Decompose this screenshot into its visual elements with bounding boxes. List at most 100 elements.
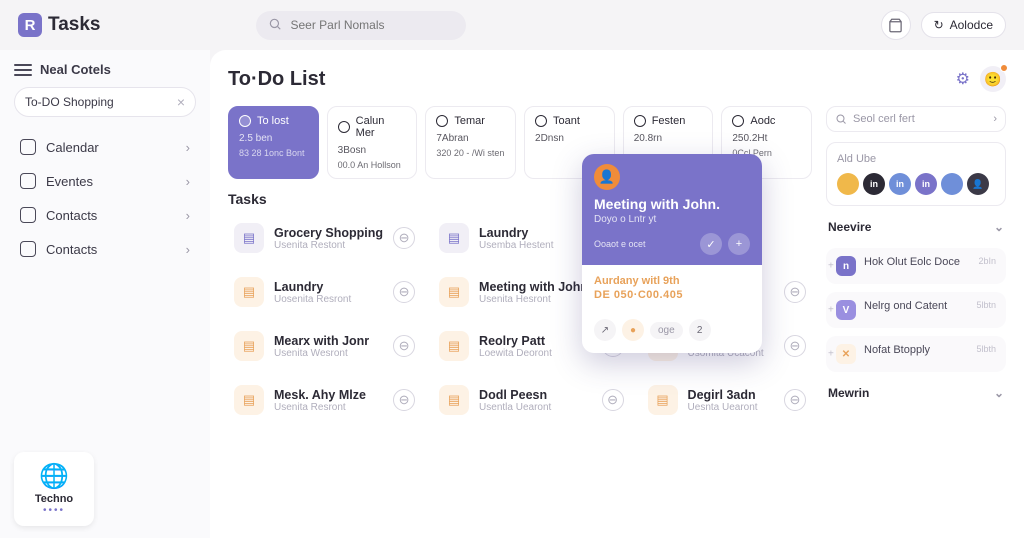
task-name: Reolry Patt bbox=[479, 334, 592, 348]
task-item[interactable]: ▤Grocery ShoppingUsenita Restont⊖ bbox=[228, 215, 421, 261]
task-action-icon[interactable]: ⊖ bbox=[393, 389, 415, 411]
right-search-text: Seol cerl fert bbox=[853, 113, 915, 125]
top-action-button[interactable]: ↻ Aolodce bbox=[921, 12, 1006, 38]
task-action-icon[interactable]: ⊖ bbox=[784, 335, 806, 357]
add-label: Ald Ube bbox=[837, 153, 995, 165]
task-action-icon[interactable]: ⊖ bbox=[602, 389, 624, 411]
sidebar: Neal Cotels To-DO Shopping × Calendar › Ev… bbox=[0, 50, 210, 538]
nav-item[interactable]: Calendar › bbox=[14, 131, 196, 163]
refresh-icon: ↻ bbox=[934, 18, 944, 32]
nav-item[interactable]: Eventes› bbox=[14, 165, 196, 197]
global-search[interactable] bbox=[256, 11, 466, 40]
dot-icon[interactable]: ● bbox=[622, 319, 644, 341]
day-sub: 2.5 ben bbox=[239, 133, 308, 144]
task-action-icon[interactable]: ⊖ bbox=[393, 335, 415, 357]
task-sub: Usenita Resront bbox=[274, 402, 383, 413]
task-name: Degirl 3adn bbox=[688, 388, 774, 402]
menu-icon[interactable] bbox=[14, 64, 32, 76]
chevron-right-icon: › bbox=[186, 208, 190, 223]
day-label: To lost bbox=[257, 115, 289, 127]
global-search-input[interactable] bbox=[290, 18, 454, 32]
task-action-icon[interactable]: ⊖ bbox=[393, 281, 415, 303]
sidebar-user: Neal Cotels bbox=[40, 62, 111, 77]
day-sub: 20.8rn bbox=[634, 133, 703, 144]
day-label: Calun Mer bbox=[356, 115, 407, 139]
avatar[interactable]: 👤 bbox=[967, 173, 989, 195]
task-item[interactable]: ▤Dodl PeesnUsentla Uearont⊖ bbox=[433, 377, 630, 423]
nav-label: Calendar bbox=[46, 140, 99, 155]
task-sub: Usenita Wesront bbox=[274, 348, 383, 359]
globe-icon: 🌐 bbox=[24, 462, 84, 491]
circle-icon bbox=[732, 115, 744, 127]
search-icon bbox=[268, 17, 282, 34]
popup-action-label: Ooaot e ocet bbox=[594, 239, 694, 249]
task-icon: ▤ bbox=[648, 385, 678, 415]
task-item[interactable]: ▤Mesk. Ahy MlzeUsenita Resront⊖ bbox=[228, 377, 421, 423]
task-action-icon[interactable]: ⊖ bbox=[393, 227, 415, 249]
task-sub: Usenita Hesront bbox=[479, 294, 592, 305]
techno-card[interactable]: 🌐 Techno •••• bbox=[14, 452, 94, 526]
day-label: Temar bbox=[454, 115, 485, 127]
section-neevire[interactable]: Neevire ⌄ bbox=[826, 216, 1006, 238]
section-mewrin[interactable]: Mewrin ⌄ bbox=[826, 382, 1006, 404]
day-detail: 00.0 An Hollson bbox=[338, 160, 407, 170]
popup-foot-label[interactable]: oge bbox=[650, 322, 683, 339]
avatar[interactable] bbox=[941, 173, 963, 195]
task-icon: ▤ bbox=[234, 277, 264, 307]
task-action-icon[interactable]: ⊖ bbox=[784, 389, 806, 411]
square-icon bbox=[20, 241, 36, 257]
day-card[interactable]: To lost 2.5 ben 83 28 1onc Bont bbox=[228, 106, 319, 179]
right-search[interactable]: Seol cerl fert › bbox=[826, 106, 1006, 132]
day-card[interactable]: Calun Mer3Bosn00.0 An Hollson bbox=[327, 106, 418, 179]
task-item[interactable]: ▤ Degirl 3adnUesnta Uearont ⊖ bbox=[642, 377, 812, 423]
add-members-card: Ald Ube ininin👤 bbox=[826, 142, 1006, 206]
day-detail: 83 28 1onc Bont bbox=[239, 148, 308, 158]
news-item[interactable]: +✕Nofat Btopply5lbth bbox=[826, 336, 1006, 372]
check-icon[interactable]: ✓ bbox=[700, 233, 722, 255]
popup-body-line2: DE 050·C00.405 bbox=[594, 289, 750, 301]
popup-body-line1: Aurdany witl 9th bbox=[594, 275, 750, 287]
day-sub: 250.2Ht bbox=[732, 133, 801, 144]
task-icon: ▤ bbox=[439, 277, 469, 307]
avatar[interactable]: in bbox=[889, 173, 911, 195]
techno-label: Techno bbox=[24, 493, 84, 505]
task-icon: ▤ bbox=[439, 385, 469, 415]
chevron-right-icon: › bbox=[186, 140, 190, 155]
avatar[interactable] bbox=[837, 173, 859, 195]
cart-icon[interactable] bbox=[881, 10, 911, 40]
news-item[interactable]: +VNelrg ond Catent5lbtn bbox=[826, 292, 1006, 328]
topbar: R Tasks ↻ Aolodce bbox=[0, 0, 1024, 50]
gear-icon[interactable]: ⚙ bbox=[956, 69, 970, 89]
avatar[interactable]: in bbox=[915, 173, 937, 195]
task-sub: Uesnta Uearont bbox=[688, 402, 774, 413]
avatar[interactable]: in bbox=[863, 173, 885, 195]
top-action-label: Aolodce bbox=[950, 18, 993, 32]
user-avatar[interactable]: 🙂 bbox=[980, 66, 1006, 92]
brand-name: Tasks bbox=[48, 14, 100, 36]
nav-label: Contacts bbox=[46, 208, 97, 223]
day-sub: 2Dnsn bbox=[535, 133, 604, 144]
day-card[interactable]: Temar7Abran320 20 - /Wi sten bbox=[425, 106, 516, 179]
task-icon: ▤ bbox=[234, 385, 264, 415]
plus-icon: + bbox=[828, 305, 834, 316]
news-item[interactable]: +nHok Olut Eolc Doce2bIn bbox=[826, 248, 1006, 284]
square-icon bbox=[20, 173, 36, 189]
task-action-icon[interactable]: ⊖ bbox=[784, 281, 806, 303]
nav-label: Contacts bbox=[46, 242, 97, 257]
news-time: 5lbth bbox=[976, 344, 996, 354]
task-item[interactable]: ▤LaundryUosenita Resront⊖ bbox=[228, 269, 421, 315]
nav-item[interactable]: Contacts› bbox=[14, 233, 196, 265]
popup-foot-num[interactable]: 2 bbox=[689, 319, 711, 341]
nav-item[interactable]: Contacts › bbox=[14, 199, 196, 231]
task-item[interactable]: ▤Mearx with JonrUsenita Wesront⊖ bbox=[228, 323, 421, 369]
news-time: 2bIn bbox=[978, 256, 996, 266]
sidebar-filter[interactable]: To-DO Shopping × bbox=[14, 87, 196, 117]
expand-icon[interactable]: ↗ bbox=[594, 319, 616, 341]
task-icon: ▤ bbox=[234, 223, 264, 253]
popup-title: Meeting with John. bbox=[594, 196, 750, 212]
task-sub: Usenita Restont bbox=[274, 240, 383, 251]
plus-icon[interactable]: + bbox=[728, 233, 750, 255]
person-icon: 👤 bbox=[594, 164, 620, 190]
clear-icon[interactable]: × bbox=[177, 94, 185, 110]
news-text: Hok Olut Eolc Doce bbox=[864, 256, 996, 268]
